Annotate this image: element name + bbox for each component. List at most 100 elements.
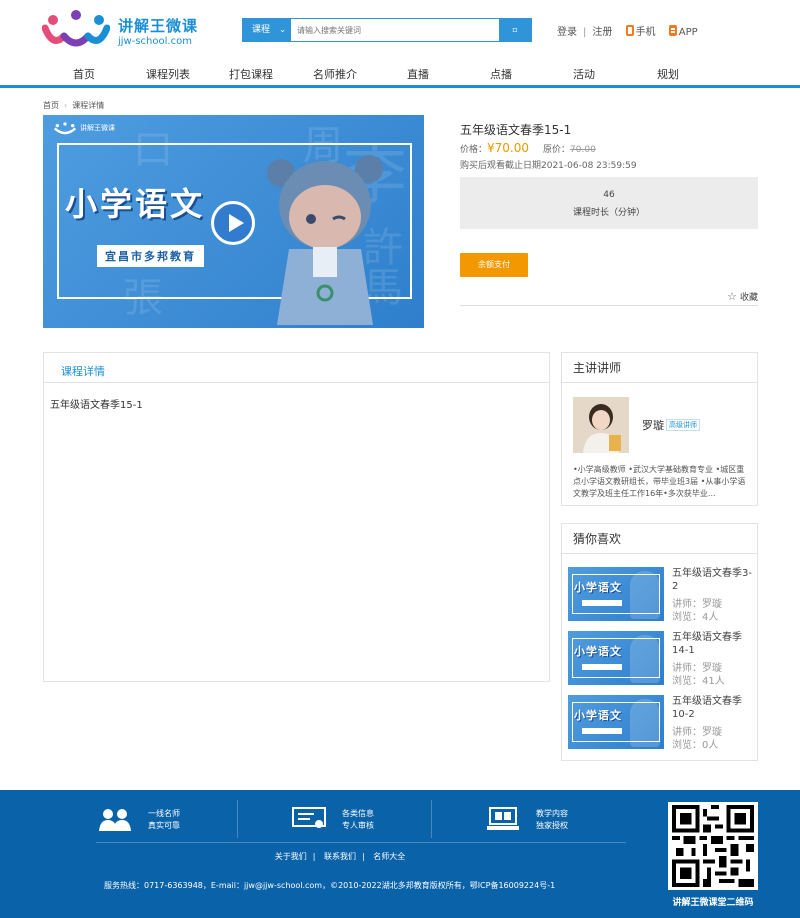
- qr-caption: 讲解王微课堂二维码: [672, 898, 754, 908]
- feature-text: 教学内容 独家授权: [536, 808, 568, 832]
- favorite-button[interactable]: ☆ 收藏: [727, 290, 758, 303]
- nav-item-course-list[interactable]: 课程列表: [146, 66, 190, 82]
- app-icon: [668, 25, 677, 36]
- tab-course-detail[interactable]: 课程详情: [61, 363, 105, 379]
- qr-code-icon: [672, 805, 754, 887]
- recommend-thumbnail: 小学语文: [568, 695, 664, 749]
- recommend-thumbnail: 小学语文: [568, 631, 664, 685]
- courseware-icon: [487, 807, 519, 830]
- star-icon: ☆: [727, 290, 737, 303]
- nav-item-live[interactable]: 直播: [407, 66, 429, 82]
- footer-info: 服务热线：0717-6363948，E-mail：jjw@jjw-school.…: [104, 881, 556, 890]
- chevron-right-icon: ›: [64, 101, 68, 110]
- mobile-link[interactable]: 手机: [636, 27, 656, 38]
- course-duration-box: 46 课程时长（分钟）: [460, 177, 758, 229]
- feature-text: 一线名师 真实可靠: [148, 808, 180, 832]
- search-category-select[interactable]: 课程 ⌄: [243, 19, 291, 41]
- site-logo[interactable]: 讲解王微课 jjw-school.com: [42, 6, 202, 48]
- feature-line: 教学内容: [536, 809, 568, 818]
- teacher-avatar[interactable]: [573, 397, 629, 453]
- teacher-photo-illustration: [573, 397, 629, 453]
- thumbnail-illustration: [630, 699, 660, 747]
- thumbnail-title: 小学语文: [574, 709, 622, 722]
- thumbnail-title: 小学语文: [574, 581, 622, 594]
- thumbnail-subtitle-bar: [582, 728, 622, 734]
- nav-item-bundle[interactable]: 打包课程: [229, 66, 273, 82]
- search-category-label: 课程: [252, 25, 271, 35]
- thumbnail-illustration: [630, 571, 660, 619]
- recommend-item[interactable]: 小学语文 五年级语文春季10-2 讲师：罗璇 浏览：0人: [568, 695, 754, 751]
- teacher-name[interactable]: 罗璇: [642, 417, 664, 433]
- nav-item-vod[interactable]: 点播: [490, 66, 512, 82]
- recommend-views: 浏览：41人: [672, 676, 725, 687]
- feature-line: 各类信息: [342, 809, 374, 818]
- logo-text-en: jjw-school.com: [118, 36, 192, 47]
- balance-pay-button[interactable]: 余额支付: [460, 253, 528, 277]
- recommend-panel-heading: 猜你喜欢: [562, 524, 757, 554]
- nav-item-teachers[interactable]: 名师推介: [313, 66, 357, 82]
- breadcrumb: 首页 › 课程详情: [43, 100, 104, 111]
- recommend-item[interactable]: 小学语文 五年级语文春季3-2 讲师：罗璇 浏览：4人: [568, 567, 754, 623]
- viewing-deadline: 购买后观看截止日期2021-06-08 23:59:59: [460, 161, 637, 171]
- register-link[interactable]: 注册: [592, 27, 612, 38]
- login-link[interactable]: 登录: [557, 27, 577, 38]
- footer-link-teachers[interactable]: 名师大全: [373, 852, 405, 861]
- app-link[interactable]: APP: [679, 27, 698, 38]
- price-row: 价格：¥70.00 原价：70.00: [460, 141, 596, 155]
- course-detail-text: 五年级语文春季15-1: [50, 400, 143, 411]
- breadcrumb-home[interactable]: 首页: [43, 101, 59, 110]
- recommend-views: 浏览：4人: [672, 612, 719, 623]
- nav-item-planning[interactable]: 规划: [657, 66, 679, 82]
- chevron-down-icon: ⌄: [279, 25, 286, 34]
- teacher-bio: •小学高级教师 •武汉大学基础教育专业 •城区重点小学语文教研组长，带毕业班3届…: [573, 465, 746, 498]
- banner-subtitle: 宜昌市多邦教育: [97, 245, 204, 267]
- recommend-item[interactable]: 小学语文 五年级语文春季14-1 讲师：罗璇 浏览：41人: [568, 631, 754, 687]
- divider: [96, 842, 626, 843]
- feature-text: 各类信息 专人审核: [342, 808, 374, 832]
- banner-title: 小学语文: [65, 185, 206, 223]
- nav-item-events[interactable]: 活动: [573, 66, 595, 82]
- nav-item-home[interactable]: 首页: [73, 66, 95, 82]
- price-value: ¥70.00: [487, 141, 530, 155]
- teacher-panel: 主讲讲师 罗璇 高级讲师 •小学高级教师 •武汉大学基础教育专业 •城区重点小学…: [561, 352, 758, 506]
- footer-link-about[interactable]: 关于我们: [275, 852, 307, 861]
- search-input[interactable]: [297, 22, 497, 38]
- site-footer: 一线名师 真实可靠 各类信息 专人审核 教学内容 独家授权 关于我们 | 联系我们…: [0, 790, 800, 918]
- original-price-label: 原价：: [543, 145, 571, 155]
- favorite-label: 收藏: [739, 293, 758, 303]
- detail-tab-bar: 课程详情: [44, 353, 549, 383]
- divider: |: [312, 852, 316, 861]
- recommend-thumbnail: 小学语文: [568, 567, 664, 621]
- logo-mark-icon: [53, 122, 77, 135]
- logo-mark-icon: [42, 10, 110, 47]
- cartoon-girl-illustration: [267, 155, 383, 325]
- course-title: 五年级语文春季15-1: [460, 123, 572, 137]
- divider: [431, 800, 432, 838]
- feature-line: 真实可靠: [148, 821, 180, 830]
- feature-line: 独家授权: [536, 821, 568, 830]
- search-bar: 课程 ⌄ ▫: [242, 18, 532, 42]
- qr-code: [668, 802, 758, 890]
- footer-link-contact[interactable]: 联系我们: [324, 852, 356, 861]
- feature-line: 专人审核: [342, 821, 374, 830]
- course-video-cover[interactable]: 口 周 李 許 馬 張 讲解王微课 小学语文 宜昌市多邦教育: [43, 115, 424, 328]
- thumbnail-subtitle-bar: [582, 664, 622, 670]
- banner-logo: 讲解王微课: [53, 121, 115, 135]
- thumbnail-subtitle-bar: [582, 600, 622, 606]
- course-duration-value: 46: [603, 190, 615, 200]
- divider: |: [362, 852, 365, 861]
- play-icon[interactable]: [211, 201, 255, 245]
- teacher-title-badge: 高级讲师: [666, 419, 700, 431]
- recommend-title: 五年级语文春季3-2: [672, 568, 752, 592]
- main-nav: 首页 课程列表 打包课程 名师推介 直播 点播 活动 规划: [0, 60, 800, 88]
- price-label: 价格：: [460, 145, 488, 155]
- recommend-views: 浏览：0人: [672, 740, 719, 751]
- favorite-row: ☆ 收藏: [460, 286, 758, 306]
- top-links: 登录 | 注册 手机 APP: [557, 23, 698, 38]
- recommend-panel: 猜你喜欢 小学语文 五年级语文春季3-2 讲师：罗璇 浏览：4人 小学语文 五年…: [561, 523, 758, 761]
- people-icon: [99, 809, 131, 831]
- logo-text-cn: 讲解王微课: [118, 17, 199, 35]
- footer-links: 关于我们 | 联系我们 | 名师大全: [0, 851, 680, 862]
- original-price-value: 70.00: [570, 145, 596, 155]
- search-button[interactable]: ▫: [499, 19, 531, 41]
